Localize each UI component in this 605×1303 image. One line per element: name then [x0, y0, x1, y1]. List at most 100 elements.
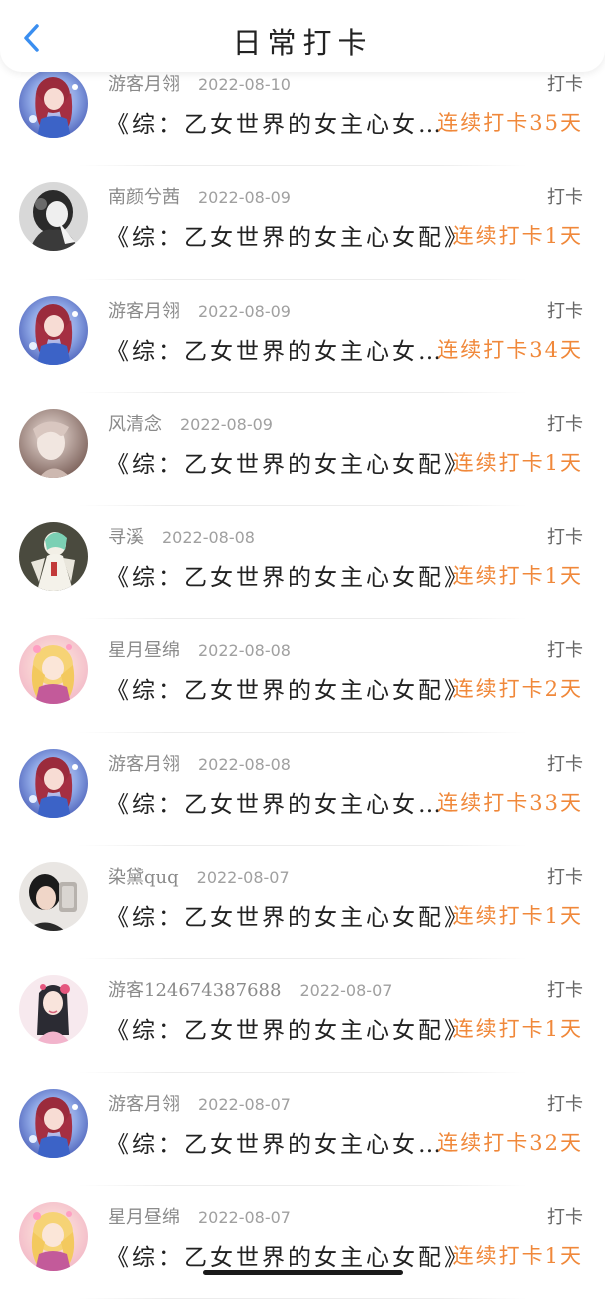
item-meta: 游客月翎 2022-08-08	[108, 750, 291, 776]
checkin-tag: 打卡	[547, 1093, 583, 1115]
checkin-tag: 打卡	[547, 187, 583, 209]
username[interactable]: 游客月翎	[108, 301, 180, 322]
avatar[interactable]	[19, 69, 88, 138]
list-item[interactable]: 游客月翎 2022-08-10 打卡 《综：乙女世界的女主心女… 连续打卡35天	[0, 57, 605, 170]
list-item[interactable]: 游客月翎 2022-08-07 打卡《综：乙女世界的女主心女… 连续打卡32天	[0, 1077, 605, 1190]
avatar[interactable]	[19, 408, 88, 478]
page-title: 日常打卡	[232, 26, 373, 60]
list-item[interactable]: 星月昼绵 2022-08-08 打卡《综：乙女世界的女主心女配》 连续打卡2天	[0, 623, 605, 736]
avatar[interactable]	[19, 975, 88, 1045]
avatar-image	[19, 182, 88, 252]
checkin-date: 2022-08-09	[198, 188, 291, 208]
avatar-image	[19, 295, 88, 365]
list-item[interactable]: 星月昼绵 2022-08-07 打卡《综：乙女世界的女主心女配》 连续打卡1天	[0, 1190, 605, 1303]
username[interactable]: 星月昼绵	[108, 640, 180, 661]
username[interactable]: 游客124674387688	[108, 980, 281, 1001]
list-item[interactable]: 游客月翎 2022-08-09 打卡 《综：乙女世界的女主心女… 连续打卡34天	[0, 284, 605, 397]
username[interactable]: 染黛quq	[108, 867, 179, 888]
divider	[78, 731, 527, 733]
checkin-date: 2022-08-07	[198, 1207, 291, 1227]
book-title[interactable]: 《综：乙女世界的女主心女…	[106, 105, 444, 139]
avatar[interactable]	[19, 1201, 88, 1271]
divider	[78, 958, 527, 960]
divider	[78, 165, 527, 167]
username[interactable]: 游客月翎	[108, 754, 180, 775]
checkin-date: 2022-08-08	[162, 528, 255, 548]
username[interactable]: 南颜兮茜	[108, 187, 180, 208]
streak-count: 连续打卡1天	[452, 564, 583, 589]
checkin-date: 2022-08-09	[198, 301, 291, 321]
checkin-tag: 打卡	[547, 1206, 583, 1228]
checkin-list: 游客月翎 2022-08-10 打卡 《综：乙女世界的女主心女… 连续打卡35天 南颜兮茜…	[0, 57, 605, 1303]
streak-count: 连续打卡1天	[452, 450, 583, 475]
streak-count: 连续打卡33天	[437, 790, 583, 815]
book-title[interactable]: 《综：乙女世界的女主心女…	[106, 332, 444, 366]
divider	[78, 845, 527, 847]
avatar[interactable]	[19, 862, 88, 932]
avatar-image	[19, 748, 88, 818]
book-title[interactable]: 《综：乙女世界的女主心女配》	[106, 445, 470, 479]
avatar-image	[19, 1201, 88, 1271]
checkin-date: 2022-08-07	[198, 1094, 291, 1114]
divider	[78, 618, 527, 620]
avatar[interactable]	[19, 635, 88, 705]
list-item[interactable]: 南颜兮茜 2022-08-09 打卡 《综：乙女世界的女主心女配》 连续打卡1天	[0, 170, 605, 283]
username[interactable]: 游客月翎	[108, 1094, 180, 1115]
divider	[78, 391, 527, 393]
item-meta: 风清念 2022-08-09	[108, 410, 273, 436]
item-meta: 游客124674387688 2022-08-07	[108, 976, 392, 1002]
avatar-image	[19, 975, 88, 1045]
checkin-date: 2022-08-08	[198, 641, 291, 661]
checkin-date: 2022-08-10	[198, 75, 291, 94]
item-meta: 星月昼绵 2022-08-08	[108, 636, 291, 662]
avatar-image	[19, 1088, 88, 1158]
book-title[interactable]: 《综：乙女世界的女主心女配》	[106, 218, 470, 252]
username[interactable]: 风清念	[108, 414, 162, 435]
avatar-image	[19, 635, 88, 705]
book-title[interactable]: 《综：乙女世界的女主心女配》	[106, 1011, 470, 1045]
list-item[interactable]: 风清念 2022-08-09 打卡《综：乙女世界的女主心女配》 连续打卡1天	[0, 397, 605, 510]
avatar[interactable]	[19, 1088, 88, 1158]
book-title[interactable]: 《综：乙女世界的女主心女…	[106, 785, 444, 819]
streak-count: 连续打卡2天	[452, 677, 583, 702]
checkin-tag: 打卡	[547, 753, 583, 775]
list-item[interactable]: 染黛quq 2022-08-07 打卡 《综：乙女世界的女主心女配》 连续打卡1天	[0, 850, 605, 963]
list-item[interactable]: 游客124674387688 2022-08-07 打卡《综：乙女世界的女主心女配》…	[0, 963, 605, 1076]
avatar[interactable]	[19, 748, 88, 818]
username[interactable]: 寻溪	[108, 527, 144, 548]
avatar[interactable]	[19, 182, 88, 252]
streak-count: 连续打卡1天	[452, 1017, 583, 1042]
checkin-date: 2022-08-07	[299, 981, 393, 1001]
list-item[interactable]: 寻溪 2022-08-08 打卡 《综：乙女世界的女主心女配》 连续打卡1天	[0, 510, 605, 623]
avatar[interactable]	[19, 295, 88, 365]
divider	[78, 1071, 527, 1073]
checkin-tag: 打卡	[547, 640, 583, 662]
streak-count: 连续打卡1天	[452, 1243, 583, 1268]
avatar[interactable]	[19, 522, 88, 592]
book-title[interactable]: 《综：乙女世界的女主心女配》	[106, 898, 470, 932]
checkin-tag: 打卡	[547, 980, 583, 1002]
list-item[interactable]: 游客月翎 2022-08-08 打卡《综：乙女世界的女主心女… 连续打卡33天	[0, 737, 605, 850]
nav-header: 日常打卡	[0, 0, 605, 72]
username[interactable]: 星月昼绵	[108, 1207, 180, 1228]
book-title[interactable]: 《综：乙女世界的女主心女…	[106, 1125, 444, 1159]
checkin-tag: 打卡	[547, 74, 583, 95]
item-meta: 寻溪 2022-08-08	[108, 523, 255, 549]
book-title[interactable]: 《综：乙女世界的女主心女配》	[106, 671, 470, 705]
avatar-image	[19, 69, 88, 138]
avatar-image	[19, 408, 88, 478]
book-title[interactable]: 《综：乙女世界的女主心女配》	[106, 558, 470, 592]
item-meta: 染黛quq 2022-08-07	[108, 863, 290, 889]
divider	[78, 1184, 527, 1186]
username[interactable]: 游客月翎	[108, 74, 180, 95]
item-meta: 星月昼绵 2022-08-07	[108, 1203, 291, 1229]
home-indicator	[203, 1270, 403, 1275]
checkin-tag: 打卡	[547, 300, 583, 322]
checkin-tag: 打卡	[547, 413, 583, 435]
checkin-date: 2022-08-08	[198, 754, 291, 774]
avatar-image	[19, 862, 88, 932]
book-title[interactable]: 《综：乙女世界的女主心女配》	[106, 1238, 470, 1272]
divider	[78, 278, 527, 280]
divider	[78, 1298, 527, 1300]
streak-count: 连续打卡32天	[437, 1130, 583, 1155]
